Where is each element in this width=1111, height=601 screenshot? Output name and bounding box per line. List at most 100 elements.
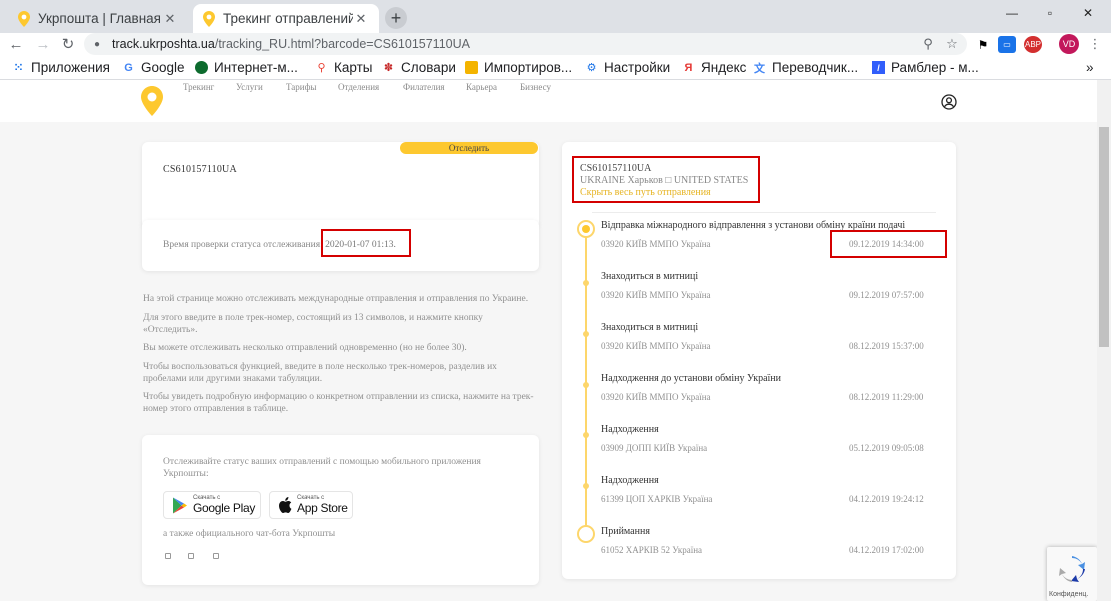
apps-grid-icon: ⁙ <box>13 62 24 74</box>
google-icon: G <box>124 61 133 74</box>
event-title: Надходження до установи обміну України <box>601 373 781 384</box>
menu-branches[interactable]: Отделения <box>338 82 379 92</box>
bookmark-google[interactable]: G Google <box>122 59 184 76</box>
bookmark-rambler[interactable]: / Рамблер - м... <box>872 59 979 76</box>
event-date: 08.12.2019 11:29:00 <box>849 392 924 402</box>
ukrposhta-pin-icon <box>18 10 30 27</box>
track-button[interactable]: Отследить <box>400 142 538 154</box>
menu-philately[interactable]: Филателия <box>403 82 445 92</box>
bookmark-maps[interactable]: ⚲ Карты <box>315 59 372 76</box>
highlight-box <box>830 230 947 258</box>
event-title: Знаходиться в митниці <box>601 271 699 282</box>
shop-icon <box>195 61 208 74</box>
social-icon[interactable] <box>165 553 171 559</box>
ukrposhta-logo-icon[interactable] <box>141 86 163 116</box>
info-paragraph: Чтобы воспользоваться функцией, введите … <box>143 362 497 384</box>
event-date: 05.12.2019 09:05:08 <box>849 443 924 453</box>
bookmark-star-icon[interactable]: ☆ <box>942 33 962 55</box>
translate-icon: 文 <box>754 62 765 75</box>
url-path: /tracking_RU.html?barcode=CS610157110UA <box>214 37 470 51</box>
event-title: Надходження <box>601 424 659 435</box>
timeline-dot <box>583 280 589 286</box>
timeline-dot <box>583 483 589 489</box>
timeline-dot <box>583 432 589 438</box>
recaptcha-privacy-label: Конфиденц. <box>1049 591 1089 598</box>
timeline-current-marker <box>577 220 595 238</box>
close-window-button[interactable]: ✕ <box>1068 2 1108 24</box>
browser-toolbar: ← → ↻ ● track.ukrposhta.ua/tracking_RU.h… <box>0 33 1111 55</box>
recaptcha-badge[interactable]: Конфиденц. <box>1047 547 1097 601</box>
maps-pin-icon: ⚲ <box>317 62 326 74</box>
event-location: 03920 КИЇВ ММПО Україна <box>601 239 711 249</box>
info-paragraph: Вы можете отслеживать несколько отправле… <box>143 343 467 353</box>
more-bookmarks-icon[interactable]: » <box>1086 59 1094 76</box>
bookmark-translator[interactable]: 文 Переводчик... <box>753 59 858 76</box>
tracking-number-input[interactable]: CS610157110UA <box>163 164 237 175</box>
folder-icon <box>465 61 478 74</box>
info-paragraph: На этой странице можно отслеживать между… <box>143 294 529 304</box>
app-promo-text: Отслеживайте статус ваших отправлений с … <box>163 457 481 479</box>
event-title: Знаходиться в митниці <box>601 322 699 333</box>
app-store-button[interactable]: Скачать с App Store <box>269 491 353 519</box>
forward-icon[interactable]: → <box>33 33 53 55</box>
back-icon[interactable]: ← <box>6 33 26 55</box>
event-date: 04.12.2019 17:02:00 <box>849 545 924 555</box>
event-location: 61052 ХАРКІВ 52 Україна <box>601 545 703 555</box>
chat-bot-text: а также официального чат-бота Укрпошты <box>163 529 336 539</box>
menu-services[interactable]: Услуги <box>236 82 263 92</box>
avatar[interactable]: VD <box>1059 34 1079 54</box>
info-paragraph: Чтобы увидеть подробную информацию о кон… <box>143 392 534 414</box>
menu-tracking[interactable]: Трекинг <box>183 82 214 92</box>
close-tab-icon[interactable]: ✕ <box>162 11 178 27</box>
bookmark-apps[interactable]: ⁙ Приложения <box>12 59 110 76</box>
recaptcha-icon <box>1059 556 1085 582</box>
google-play-icon <box>173 497 187 513</box>
social-icon[interactable] <box>188 553 194 559</box>
info-paragraph: Для этого введите в поле трек-номер, сос… <box>143 313 483 335</box>
address-bar[interactable]: ● track.ukrposhta.ua/tracking_RU.html?ba… <box>84 33 967 55</box>
extension-screen-icon[interactable]: ▭ <box>998 36 1016 53</box>
browser-menu-icon[interactable]: ⋮ <box>1085 33 1105 55</box>
bookmark-settings[interactable]: ⚙ Настройки <box>585 59 671 76</box>
event-title: Надходження <box>601 475 659 486</box>
social-icon[interactable] <box>213 553 219 559</box>
bookmark-internet-shop[interactable]: Интернет-м... <box>195 59 298 76</box>
site-header: Трекинг Услуги Тарифы Отделения Филатели… <box>0 80 1097 122</box>
bookmark-yandex[interactable]: Я Яндекс <box>682 59 747 76</box>
scrollbar-thumb[interactable] <box>1099 127 1109 347</box>
tab-bar: Укрпошта | Главная п ✕ Трекинг отправлен… <box>0 0 1111 33</box>
event-date: 08.12.2019 15:37:00 <box>849 341 924 351</box>
tab-ukrposhta-home[interactable]: Укрпошта | Главная п ✕ <box>8 4 188 33</box>
tab-title: Трекинг отправлений <box>223 11 353 26</box>
tab-tracking[interactable]: Трекинг отправлений ✕ <box>193 4 379 33</box>
event-title: Приймання <box>601 526 650 537</box>
minimize-window-button[interactable]: — <box>992 2 1032 24</box>
event-date: 09.12.2019 07:57:00 <box>849 290 924 300</box>
highlight-box <box>321 229 411 257</box>
event-date: 04.12.2019 19:24:12 <box>849 494 924 504</box>
yandex-icon: Я <box>684 61 693 74</box>
zoom-icon[interactable]: ⚲ <box>918 33 938 55</box>
event-location: 03920 КИЇВ ММПО Україна <box>601 341 711 351</box>
event-location: 03920 КИЇВ ММПО Україна <box>601 290 711 300</box>
divider <box>592 212 936 213</box>
timeline-dot <box>583 331 589 337</box>
menu-career[interactable]: Карьера <box>466 82 497 92</box>
user-account-icon[interactable] <box>941 94 957 110</box>
page-viewport: Трекинг Услуги Тарифы Отделения Филатели… <box>0 80 1097 601</box>
menu-business[interactable]: Бизнесу <box>520 82 551 92</box>
close-tab-icon[interactable]: ✕ <box>353 11 369 27</box>
bookmark-dictionaries[interactable]: ✽ Словари <box>382 59 456 76</box>
dictionary-icon: ✽ <box>383 62 394 74</box>
reload-icon[interactable]: ↻ <box>58 33 78 55</box>
google-play-button[interactable]: Скачать с Google Play <box>163 491 261 519</box>
menu-tariffs[interactable]: Тарифы <box>286 82 316 92</box>
new-tab-button[interactable]: + <box>385 7 407 29</box>
extension-icon[interactable]: ⚑ <box>976 36 990 53</box>
bookmark-imported[interactable]: Импортиров... <box>465 59 572 76</box>
adblock-icon[interactable]: ABP <box>1024 36 1042 53</box>
event-location: 03909 ДОПП КИЇВ Україна <box>601 443 708 453</box>
maximize-window-button[interactable]: ▫ <box>1030 2 1070 24</box>
lock-icon: ● <box>94 38 101 50</box>
tab-title: Укрпошта | Главная п <box>38 11 162 26</box>
